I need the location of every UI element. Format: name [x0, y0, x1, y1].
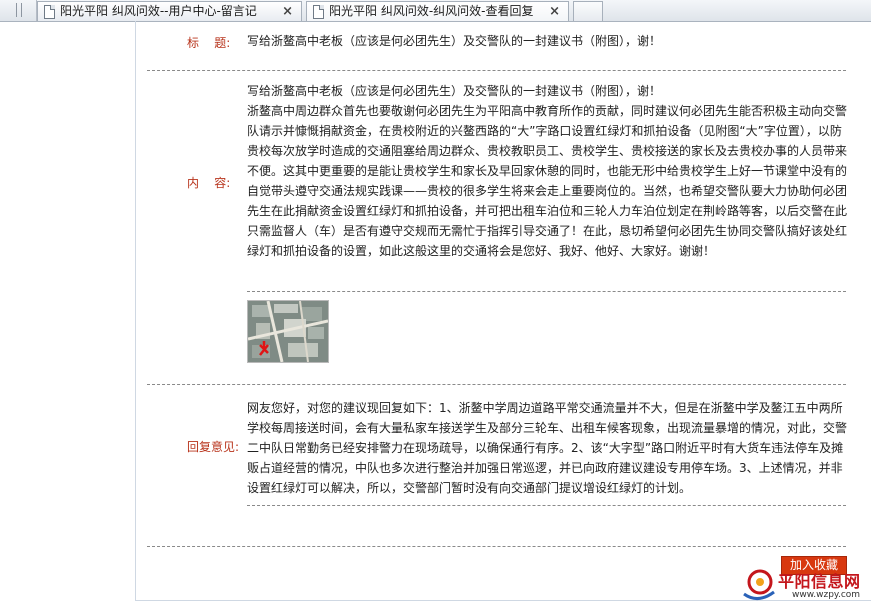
page-icon — [313, 5, 324, 19]
attached-map-image[interactable] — [247, 300, 329, 363]
logo-name: 平阳信息网 — [778, 572, 861, 591]
map-thumbnail-icon — [248, 301, 328, 362]
tab-title: 阳光平阳 纠风问效-纠风问效-查看回复 — [329, 4, 534, 18]
browser-tab-bar: 阳光平阳 纠风问效--用户中心-留言记 × 阳光平阳 纠风问效-纠风问效-查看回… — [0, 0, 871, 22]
divider — [247, 505, 846, 506]
divider — [147, 546, 846, 547]
letter-title: 写给浙鳌高中老板（应该是何必团先生）及交警队的一封建议书（附图），谢！ — [247, 34, 662, 48]
browser-tab-message-record[interactable]: 阳光平阳 纠风问效--用户中心-留言记 × — [37, 1, 302, 21]
tab-title: 阳光平阳 纠风问效--用户中心-留言记 — [60, 4, 257, 18]
content-frame-border — [135, 21, 136, 601]
browser-tab-view-reply[interactable]: 阳光平阳 纠风问效-纠风问效-查看回复 × — [306, 1, 569, 21]
close-icon[interactable]: × — [549, 2, 560, 21]
new-tab-button[interactable] — [573, 1, 603, 21]
content-heading: 写给浙鳌高中老板（应该是何必团先生）及交警队的一封建议书（附图），谢！ — [247, 84, 662, 98]
content-label: 内 容: — [187, 176, 231, 190]
content-body: 浙鳌高中周边群众首先也要敬谢何必团先生为平阳高中教育所作的贡献，同时建议何必团先… — [247, 104, 848, 258]
reply-label: 回复意见: — [187, 440, 240, 454]
grip-icon — [16, 3, 22, 17]
divider — [247, 291, 846, 292]
page-icon — [44, 5, 55, 19]
divider — [147, 70, 846, 71]
logo-url: www.wzpy.com — [792, 590, 861, 600]
divider — [147, 384, 846, 385]
tab-list-button[interactable] — [0, 0, 37, 21]
reply-body: 网友您好，对您的建议现回复如下：1、浙鳌中学周边道路平常交通流量并不大，但是在浙… — [247, 401, 848, 495]
close-icon[interactable]: × — [282, 2, 293, 21]
title-label: 标 题: — [187, 36, 231, 50]
